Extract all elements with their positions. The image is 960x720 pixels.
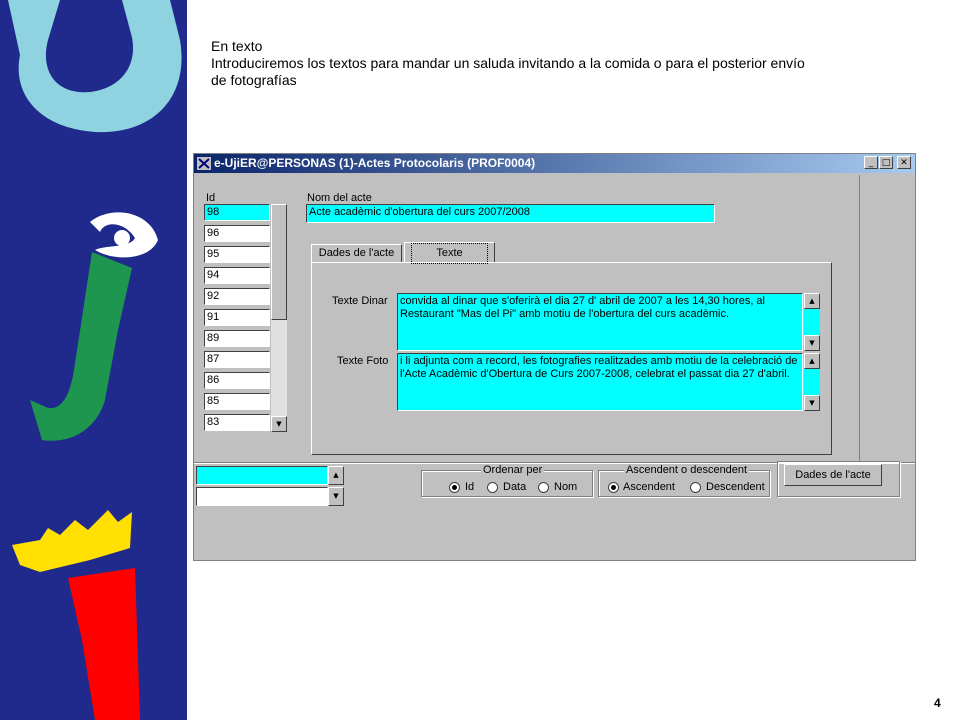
texte-foto-line1: i li adjunta com a record, les fotografi… [400,355,798,367]
texte-dinar-line1: convida al dinar que s'oferirà el dia 27… [400,295,765,307]
app-window: e-UjiER@PERSONAS (1)-Actes Protocolaris … [193,153,916,561]
ascendent-option-ascendent: Ascendent [623,481,675,493]
ascendent-radio[interactable] [608,482,619,493]
id-list-scrollbar[interactable]: ▼ [271,204,287,432]
logo-letter-i [68,568,140,720]
search-field-2[interactable] [196,487,328,506]
dades-acte-button[interactable]: Dades de l'acte [784,464,882,486]
search-field-2-scroll[interactable]: ▼ [328,487,344,506]
ordenar-radio-nom[interactable] [538,482,549,493]
id-item-86[interactable]: 86 [204,372,270,389]
nom-acte-label: Nom del acte [307,192,372,204]
texte-tab-panel: Texte Dinar convida al dinar que s'oferi… [311,262,832,455]
id-item-95[interactable]: 95 [204,246,270,263]
texte-foto-textarea[interactable]: i li adjunta com a record, les fotografi… [397,353,803,411]
logo-eye-pupil [114,230,130,246]
window-edge [859,175,915,177]
texte-dinar-line2: Restaurant "Mas del Pi" amb motiu de l'o… [400,308,730,320]
id-label: Id [206,192,216,204]
ordenar-radio-id[interactable] [449,482,460,493]
ordenar-option-nom: Nom [554,481,578,493]
id-list-scroll-down[interactable]: ▼ [271,416,287,432]
logo-band [0,0,187,720]
texte-dinar-textarea[interactable]: convida al dinar que s'oferirà el dia 27… [397,293,803,351]
texte-foto-label: Texte Foto [337,355,389,367]
uji-logo [8,0,182,720]
page-number: 4 [934,696,941,710]
id-item-89[interactable]: 89 [204,330,270,347]
id-item-91[interactable]: 91 [204,309,270,326]
ordenar-per-label: Ordenar per [481,464,545,476]
title-bar[interactable]: e-UjiER@PERSONAS (1)-Actes Protocolaris … [194,154,915,173]
slide-heading: En texto [211,38,263,54]
id-item-92[interactable]: 92 [204,288,270,305]
close-button[interactable]: ✕ [897,156,911,169]
logo-letter-j [30,252,132,441]
nom-acte-input[interactable]: Acte acadèmic d'obertura del curs 2007/2… [306,204,715,223]
id-item-98[interactable]: 98 [204,204,270,221]
ordenar-option-id: Id [465,481,475,493]
ordenar-radio-data[interactable] [487,482,498,493]
id-item-85[interactable]: 85 [204,393,270,410]
texte-dinar-label: Texte Dinar [332,295,388,307]
search-field-1-scroll-up[interactable]: ▲ [328,466,344,485]
tab-texte[interactable]: Texte [404,242,495,264]
search-field-1-scroll[interactable]: ▲ [328,466,344,485]
texte-foto-line2: l'Acte Acadèmic d'Obertura de Curs 2007-… [400,368,790,380]
window-title: e-UjiER@PERSONAS (1)-Actes Protocolaris … [214,156,536,170]
ordenar-option-data: Data [503,481,527,493]
texte-dinar-scrollbar[interactable]: ▲ ▼ [804,293,820,351]
logo-crown [12,510,132,572]
logo-letter-u [8,0,182,133]
search-field-2-scroll-down[interactable]: ▼ [328,487,344,506]
id-item-96[interactable]: 96 [204,225,270,242]
slide-body-line1: Introduciremos los textos para mandar un… [211,55,805,71]
id-item-83[interactable]: 83 [204,414,270,431]
id-list-scroll-thumb[interactable] [271,204,287,320]
id-item-94[interactable]: 94 [204,267,270,284]
minimize-button[interactable]: _ [864,156,878,169]
window-inner-divider [859,175,860,463]
slide-body-line2: de fotografías [211,72,297,88]
ascendent-option-descendent: Descendent [706,481,765,493]
descendent-radio[interactable] [690,482,701,493]
texte-dinar-scroll-down[interactable]: ▼ [804,335,820,351]
texte-foto-scroll-up[interactable]: ▲ [804,353,820,369]
maximize-button[interactable]: □ [879,156,893,169]
ascendent-label: Ascendent o descendent [624,464,750,476]
tab-texte-label: Texte [411,243,488,264]
id-item-87[interactable]: 87 [204,351,270,368]
tab-dades-acte[interactable]: Dades de l'acte [311,244,402,263]
search-field-1[interactable] [196,466,328,485]
texte-foto-scroll-down[interactable]: ▼ [804,395,820,411]
app-icon [197,157,211,170]
texte-foto-scrollbar[interactable]: ▲ ▼ [804,353,820,411]
texte-dinar-scroll-up[interactable]: ▲ [804,293,820,309]
